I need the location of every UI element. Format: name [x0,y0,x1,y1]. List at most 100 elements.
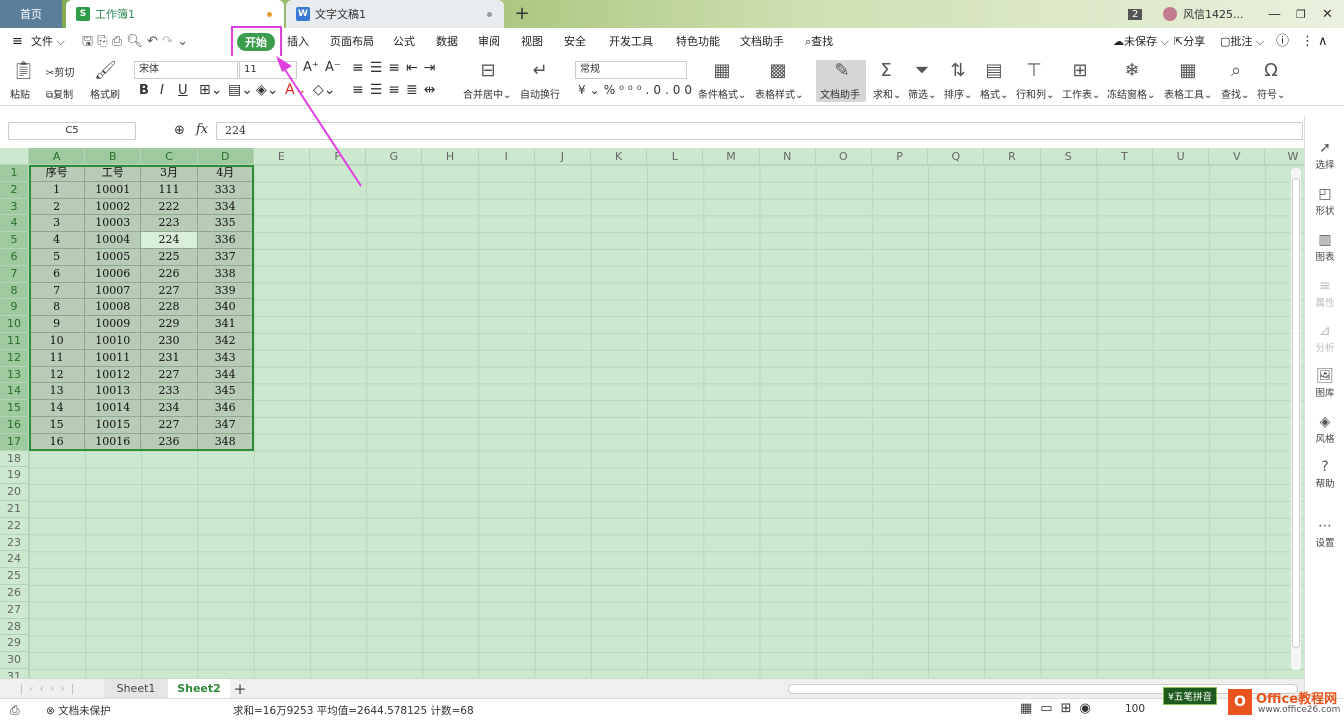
column-header-a[interactable]: A [29,148,86,165]
format-icon[interactable]: ▤ [982,60,1006,81]
column-header-b[interactable]: B [85,148,142,165]
user-account[interactable]: 风信1425... [1163,0,1243,28]
menu-security[interactable]: 安全 [564,28,586,56]
more-icon[interactable]: ⋮ [1301,28,1314,56]
select-all-corner[interactable] [0,148,29,165]
row-header-10[interactable]: 10 [0,316,29,333]
table-cell[interactable]: 2 [29,198,86,216]
table-cell[interactable]: 333 [197,181,254,199]
font-family-select[interactable]: 宋体 [134,61,238,79]
vertical-scroll-thumb[interactable] [1292,178,1300,648]
row-col-icon[interactable]: ⊤ [1022,60,1046,81]
find-button[interactable]: 查找⌄ [1221,86,1249,101]
freeze-icon[interactable]: ❄ [1120,60,1144,81]
table-cell[interactable]: 10005 [85,249,142,266]
worksheet-button[interactable]: 工作表⌄ [1062,86,1100,101]
freeze-button[interactable]: 冻结窗格⌄ [1107,86,1155,101]
table-cell[interactable]: 234 [141,400,198,417]
table-cell[interactable]: 345 [197,383,254,401]
column-header-k[interactable]: K [591,148,648,165]
table-cell[interactable]: 227 [141,282,198,300]
table-cell[interactable]: 3 [29,215,86,233]
table-cell[interactable]: 10009 [85,316,142,333]
sum-icon[interactable]: Σ [874,60,898,81]
table-cell[interactable]: 4 [29,232,86,249]
tab-document[interactable]: W 文字文稿1 [286,0,504,28]
table-cell[interactable]: 226 [141,265,198,283]
table-cell[interactable]: 10012 [85,366,142,384]
sheet-tab-sheet1[interactable]: Sheet1 [104,679,168,699]
underline-icon[interactable]: U [178,83,188,98]
fill-color-icon[interactable]: ◈⌄ [256,82,279,98]
menu-developer[interactable]: 开发工具 [609,28,653,56]
column-header-e[interactable]: E [253,148,310,165]
table-cell[interactable]: 9 [29,316,86,333]
horizontal-align-icons[interactable]: ≡☰≡≣⇹ [352,82,441,98]
unsaved-status[interactable]: ☁未保存 ⌵ [1113,28,1169,56]
row-header-22[interactable]: 22 [0,517,29,535]
undo-icon[interactable]: ↶ [147,34,158,49]
table-cell[interactable]: 227 [141,366,198,384]
row-header-24[interactable]: 24 [0,551,29,569]
sheet-tab-sheet2[interactable]: Sheet2 [168,679,230,699]
font-grow-icon[interactable]: A⁺ [303,60,319,75]
find-icon[interactable]: ⌕ [1224,60,1248,81]
fill-pattern-icon[interactable]: ▤⌄ [228,82,253,98]
table-cell[interactable]: 338 [197,265,254,283]
row-header-25[interactable]: 25 [0,568,29,585]
vertical-scrollbar[interactable] [1291,168,1301,670]
comment-button[interactable]: ▢批注 ⌵ [1220,28,1264,56]
name-box[interactable]: C5 [8,122,136,140]
table-cell[interactable]: 222 [141,198,198,216]
row-header-8[interactable]: 8 [0,282,29,300]
table-style-icon[interactable]: ▩ [766,60,790,81]
font-size-select[interactable]: 11 [239,61,297,79]
row-header-31[interactable]: 31 [0,669,29,678]
table-header-cell[interactable]: 3月 [141,165,198,182]
row-header-23[interactable]: 23 [0,534,29,552]
menu-review[interactable]: 审阅 [478,28,500,56]
table-cell[interactable]: 5 [29,249,86,266]
rp-select[interactable]: ➚ 选择 [1305,140,1344,171]
row-header-28[interactable]: 28 [0,618,29,636]
clear-icon[interactable]: ◇⌄ [313,82,336,98]
row-header-11[interactable]: 11 [0,333,29,350]
column-header-l[interactable]: L [647,148,704,165]
rp-help[interactable]: ? 帮助 [1305,459,1344,490]
format-button[interactable]: 格式⌄ [980,86,1008,101]
add-tab-button[interactable]: + [512,3,532,24]
filter-icon[interactable]: ⏷ [910,60,934,81]
table-cell[interactable]: 231 [141,349,198,367]
table-cell[interactable]: 15 [29,417,86,434]
row-header-5[interactable]: 5 [0,232,29,249]
row-header-4[interactable]: 4 [0,215,29,233]
row-header-12[interactable]: 12 [0,349,29,367]
menu-data[interactable]: 数据 [436,28,458,56]
fx-icon[interactable]: fx [196,122,208,137]
row-header-30[interactable]: 30 [0,652,29,669]
table-tools-button[interactable]: 表格工具⌄ [1164,86,1212,101]
table-cell[interactable]: 346 [197,400,254,417]
vertical-align-icons[interactable]: ≡☰≡⇤⇥ [352,60,441,76]
column-header-j[interactable]: J [534,148,591,165]
protect-status[interactable]: ⊗ 文档未保护 [46,703,111,718]
conditional-format-icon[interactable]: ▦ [710,60,734,81]
border-icon[interactable]: ⊞⌄ [199,82,222,98]
table-cell[interactable]: 14 [29,400,86,417]
table-cell[interactable]: 334 [197,198,254,216]
table-cell[interactable]: 10004 [85,232,142,249]
collapse-ribbon-icon[interactable]: ∧ [1318,28,1328,56]
sort-button[interactable]: 排序⌄ [944,86,972,101]
column-header-v[interactable]: V [1209,148,1266,165]
symbol-button[interactable]: 符号⌄ [1257,86,1285,101]
paste-button[interactable]: 粘贴 [10,86,30,101]
help-icon[interactable]: ⓘ [1276,28,1289,56]
row-header-26[interactable]: 26 [0,585,29,602]
table-cell[interactable]: 10 [29,333,86,350]
row-header-14[interactable]: 14 [0,383,29,401]
rp-style[interactable]: ◈ 风格 [1305,414,1344,445]
merge-button[interactable]: 合并居中⌄ [463,86,511,101]
save-as-icon[interactable]: ⎘ [97,34,107,49]
table-cell[interactable]: 336 [197,232,254,249]
menu-search[interactable]: ⌕查找 [805,28,833,56]
